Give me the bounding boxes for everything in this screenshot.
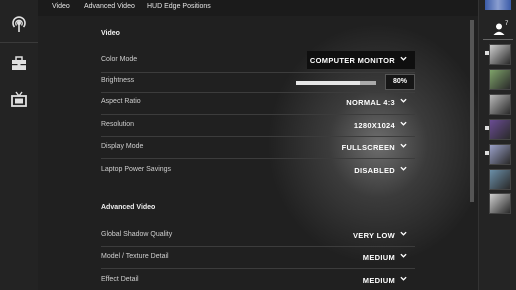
brightness-slider[interactable] (296, 81, 376, 85)
setting-brightness: Brightness 80% (101, 71, 415, 93)
rail-divider (0, 42, 38, 43)
friends-icon[interactable] (492, 22, 506, 36)
setting-label: Color Mode (101, 56, 138, 63)
setting-label: Effect Detail (101, 276, 139, 283)
divider (101, 268, 415, 269)
setting-value[interactable]: FULLSCREEN (342, 143, 395, 152)
profile-banner[interactable] (485, 0, 511, 10)
chevron-down-icon[interactable] (400, 230, 407, 237)
setting-label: Brightness (101, 77, 135, 84)
chevron-down-icon[interactable] (400, 275, 407, 282)
setting-value[interactable]: DISABLED (354, 166, 395, 175)
setting-value[interactable]: MEDIUM (363, 276, 395, 285)
rail-divider (483, 39, 513, 40)
setting-value[interactable]: COMPUTER MONITOR (310, 56, 395, 65)
chevron-down-icon[interactable] (400, 252, 407, 259)
setting-label: Laptop Power Savings (101, 166, 172, 173)
setting-label: Display Mode (101, 143, 144, 150)
setting-label: Aspect Ratio (101, 98, 141, 105)
settings-panel: Video Color Mode COMPUTER MONITOR Bright… (38, 16, 478, 290)
chevron-down-icon[interactable] (400, 55, 407, 62)
chevron-down-icon[interactable] (400, 165, 407, 172)
setting-value[interactable]: MEDIUM (363, 253, 395, 262)
setting-label: Resolution (101, 121, 135, 128)
scrollbar[interactable] (470, 20, 474, 202)
brightness-slider-fill (296, 81, 360, 85)
setting-color-mode[interactable]: Color Mode COMPUTER MONITOR (101, 50, 415, 72)
setting-value[interactable]: 1280X1024 (354, 121, 395, 130)
friend-avatar[interactable] (489, 94, 511, 115)
tab-advanced-video[interactable]: Advanced Video (84, 3, 135, 10)
friend-avatar[interactable] (489, 69, 511, 90)
chevron-down-icon[interactable] (400, 97, 407, 104)
friends-count: 7 (505, 21, 509, 27)
friend-avatar[interactable] (489, 169, 511, 190)
setting-label: Model / Texture Detail (101, 253, 169, 260)
setting-laptop-power-savings[interactable]: Laptop Power Savings DISABLED (101, 160, 415, 182)
tab-video[interactable]: Video (52, 3, 70, 10)
setting-label: Global Shadow Quality (101, 231, 173, 238)
friends-rail: 7 (478, 0, 516, 290)
broadcast-icon[interactable] (9, 14, 29, 34)
friend-avatar[interactable] (489, 193, 511, 214)
tv-icon[interactable] (9, 90, 29, 110)
chevron-down-icon[interactable] (400, 120, 407, 127)
friend-avatar[interactable] (489, 144, 511, 165)
setting-model-texture-detail[interactable]: Model / Texture Detail MEDIUM (101, 247, 415, 269)
section-title-video: Video (101, 30, 120, 37)
chevron-down-icon[interactable] (400, 142, 407, 149)
setting-display-mode[interactable]: Display Mode FULLSCREEN (101, 137, 415, 159)
setting-value[interactable]: VERY LOW (353, 231, 395, 240)
toolbox-icon[interactable] (9, 54, 29, 74)
settings-tabs: Video Advanced Video HUD Edge Positions (38, 0, 478, 16)
setting-global-shadow-quality[interactable]: Global Shadow Quality VERY LOW (101, 225, 415, 247)
section-title-advanced-video: Advanced Video (101, 204, 156, 211)
setting-aspect-ratio[interactable]: Aspect Ratio NORMAL 4:3 (101, 92, 415, 114)
setting-value[interactable]: NORMAL 4:3 (346, 98, 395, 107)
friend-avatar[interactable] (489, 119, 511, 140)
setting-resolution[interactable]: Resolution 1280X1024 (101, 115, 415, 137)
left-rail (0, 0, 39, 290)
friend-avatar[interactable] (489, 44, 511, 65)
tab-hud-edge-positions[interactable]: HUD Edge Positions (147, 3, 211, 10)
setting-effect-detail[interactable]: Effect Detail MEDIUM (101, 270, 415, 290)
divider (101, 158, 415, 159)
brightness-value[interactable]: 80% (385, 74, 415, 90)
